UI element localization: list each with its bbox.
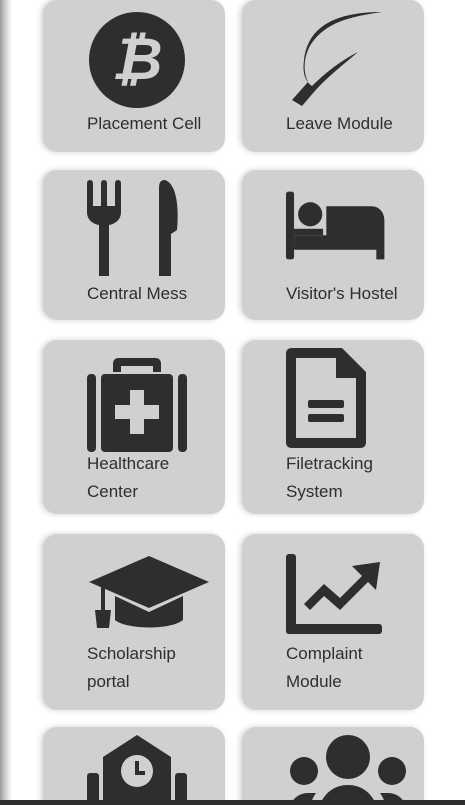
tile-complaint-module[interactable]: Complaint Module — [242, 534, 424, 710]
module-grid-page: ₿ Placement Cell Leave Module Central Me… — [0, 0, 465, 805]
tile-label: Complaint Module — [286, 644, 363, 691]
tile-label: Central Mess — [87, 284, 188, 303]
users-icon — [286, 727, 410, 805]
chart-line-icon — [286, 554, 386, 634]
tile-label: Visitor's Hostel — [286, 284, 398, 303]
tile-partial-right[interactable] — [242, 727, 424, 805]
left-edge-shadow — [0, 0, 12, 805]
medical-kit-icon — [87, 354, 187, 454]
leaf-icon — [286, 8, 386, 108]
tile-label: Filetracking System — [286, 454, 373, 501]
file-icon — [286, 348, 386, 448]
tile-label: Healthcare Center — [87, 454, 170, 501]
tile-label: Placement Cell — [87, 114, 202, 133]
svg-text:₿: ₿ — [112, 25, 163, 93]
tile-scholarship-portal[interactable]: Scholarship portal — [43, 534, 225, 710]
bitcoin-icon: ₿ — [87, 10, 187, 110]
tile-filetracking-system[interactable]: Filetracking System — [242, 340, 424, 514]
bottom-border — [0, 800, 465, 805]
tile-label: Scholarship portal — [87, 644, 176, 691]
tile-visitors-hostel[interactable]: Visitor's Hostel — [242, 170, 424, 320]
graduation-cap-icon — [87, 554, 211, 634]
tile-healthcare-center[interactable]: Healthcare Center — [43, 340, 225, 514]
tile-partial-left[interactable] — [43, 727, 225, 805]
bed-icon — [286, 182, 386, 282]
tile-label: Leave Module — [286, 114, 393, 133]
tile-placement-cell[interactable]: ₿ Placement Cell — [43, 0, 225, 152]
utensils-icon — [87, 178, 187, 278]
school-clock-icon — [87, 733, 187, 805]
tile-leave-module[interactable]: Leave Module — [242, 0, 424, 152]
tile-central-mess[interactable]: Central Mess — [43, 170, 225, 320]
